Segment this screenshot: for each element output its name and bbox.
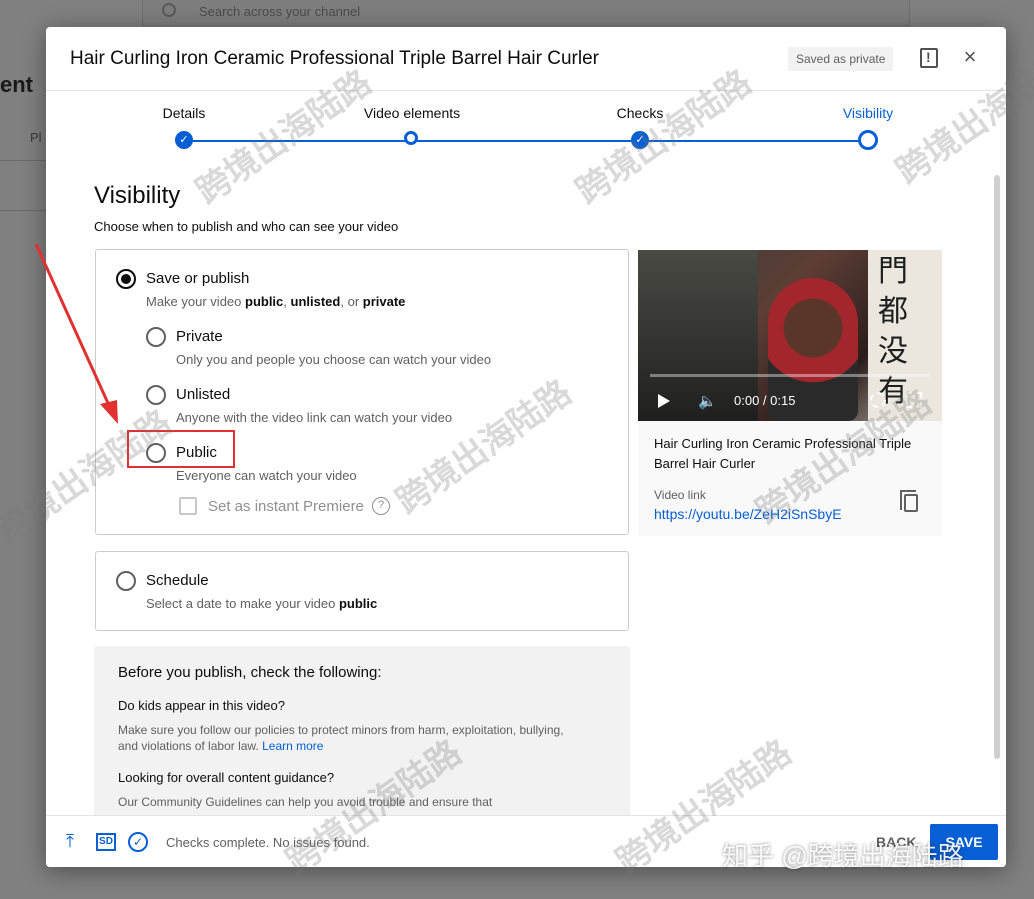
- video-overlay-char: 没: [878, 334, 908, 369]
- video-link-label: Video link: [654, 488, 706, 502]
- schedule-radio[interactable]: [116, 571, 136, 591]
- private-label: Private: [176, 328, 223, 345]
- visibility-heading: Visibility: [94, 182, 181, 209]
- video-controls: 🔈 0:00 / 0:15: [638, 382, 942, 418]
- stepper-track: [184, 140, 868, 142]
- schedule-card: Schedule Select a date to make your vide…: [95, 551, 629, 631]
- play-icon[interactable]: [658, 394, 670, 408]
- zhihu-watermark: 知乎 @跨境出海陆路: [722, 841, 964, 871]
- saved-status-badge: Saved as private: [788, 47, 894, 71]
- upload-stepper: Details ✓ Video elements Checks ✓ Visibi…: [46, 91, 1006, 171]
- step-label: Details: [162, 105, 206, 121]
- video-time: 0:00 / 0:15: [734, 393, 796, 408]
- video-player[interactable]: 門 都 没 有 🔈 0:00 / 0:15: [638, 250, 942, 421]
- save-or-publish-card: Save or publish Make your video public, …: [95, 249, 629, 535]
- dialog-scrollbar[interactable]: [994, 175, 1000, 759]
- private-radio[interactable]: [146, 327, 166, 347]
- save-or-publish-radio[interactable]: [116, 269, 136, 289]
- copy-icon[interactable]: [900, 490, 918, 512]
- feedback-flag-icon[interactable]: [920, 48, 938, 68]
- checklist-paragraph: Our Community Guidelines can help you av…: [118, 795, 493, 809]
- save-or-publish-desc: Make your video public, unlisted, or pri…: [146, 294, 406, 309]
- schedule-label: Schedule: [146, 572, 209, 589]
- background-divider: [0, 160, 50, 161]
- dialog-title: Hair Curling Iron Ceramic Professional T…: [70, 48, 599, 69]
- volume-icon[interactable]: 🔈: [698, 392, 718, 410]
- upload-icon[interactable]: ⤒: [66, 832, 80, 852]
- instant-premiere-label: Set as instant Premiere: [208, 498, 364, 515]
- background-tab-fragment: Pl: [30, 130, 42, 145]
- help-icon[interactable]: ?: [372, 497, 390, 515]
- checks-complete-icon[interactable]: ✓: [128, 832, 148, 852]
- step-details[interactable]: Details: [114, 105, 254, 121]
- video-link-url[interactable]: https://youtu.be/ZeH2iSnSbyE: [654, 506, 842, 522]
- step-open-dot[interactable]: [404, 131, 418, 145]
- step-label: Video elements: [363, 105, 461, 121]
- unlisted-radio[interactable]: [146, 385, 166, 405]
- background-title-fragment: ent: [0, 72, 33, 97]
- step-video-elements[interactable]: Video elements: [342, 105, 482, 121]
- checklist-paragraph: Make sure you follow our policies to pro…: [118, 723, 564, 753]
- step-label: Visibility: [842, 105, 894, 121]
- video-progress-bar[interactable]: [650, 374, 930, 377]
- visibility-subheading: Choose when to publish and who can see y…: [94, 219, 399, 234]
- video-overlay-char: 門: [878, 254, 908, 289]
- schedule-desc: Select a date to make your video public: [146, 596, 378, 611]
- video-preview-card: 門 都 没 有 🔈 0:00 / 0:15 Hair Curling Iron …: [638, 250, 942, 536]
- background-search-placeholder: Search across your channel: [199, 4, 361, 19]
- learn-more-link[interactable]: Learn more: [262, 739, 323, 753]
- fullscreen-icon[interactable]: [906, 392, 922, 408]
- step-visibility[interactable]: Visibility: [798, 105, 938, 121]
- upload-dialog: Hair Curling Iron Ceramic Professional T…: [46, 27, 1006, 867]
- private-desc: Only you and people you choose can watch…: [176, 352, 492, 367]
- save-or-publish-label: Save or publish: [146, 270, 250, 287]
- step-checks[interactable]: Checks: [570, 105, 710, 121]
- background-divider: [0, 210, 50, 211]
- step-done-check-icon[interactable]: ✓: [631, 131, 649, 149]
- checklist-title: Before you publish, check the following:: [118, 664, 382, 681]
- dialog-header: Hair Curling Iron Ceramic Professional T…: [46, 27, 1006, 91]
- settings-gear-icon[interactable]: [870, 392, 886, 408]
- unlisted-label: Unlisted: [176, 386, 231, 403]
- step-done-check-icon[interactable]: ✓: [175, 131, 193, 149]
- unlisted-desc: Anyone with the video link can watch you…: [176, 410, 453, 425]
- public-highlight-box: [127, 430, 235, 468]
- checklist-question: Do kids appear in this video?: [118, 698, 285, 713]
- search-icon: [162, 3, 176, 17]
- checklist-question: Looking for overall content guidance?: [118, 770, 335, 785]
- step-label: Checks: [616, 105, 664, 121]
- video-overlay-char: 都: [878, 294, 908, 329]
- sd-quality-icon[interactable]: SD: [96, 833, 116, 851]
- close-icon[interactable]: ×: [960, 46, 980, 68]
- preview-video-title: Hair Curling Iron Ceramic Professional T…: [654, 436, 912, 471]
- step-current-dot[interactable]: [858, 130, 878, 150]
- instant-premiere-checkbox[interactable]: [179, 497, 197, 515]
- footer-status-text: Checks complete. No issues found.: [166, 835, 370, 850]
- public-desc: Everyone can watch your video: [176, 468, 357, 483]
